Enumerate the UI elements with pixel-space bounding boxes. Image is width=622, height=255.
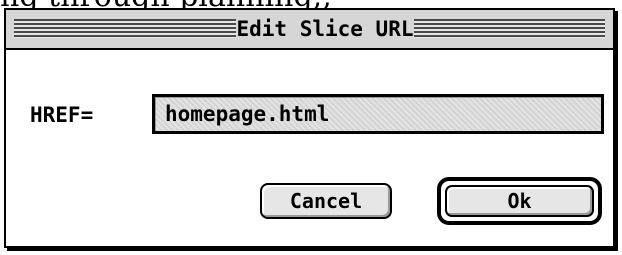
href-label: HREF= (30, 103, 94, 127)
screen: ng through planning,, Edit Slice URL HRE… (0, 0, 622, 255)
title-bar-stripes-right (414, 19, 605, 38)
dialog-title-bar[interactable]: Edit Slice URL (6, 10, 613, 50)
href-input[interactable] (152, 94, 604, 134)
cancel-button[interactable]: Cancel (260, 183, 392, 219)
ok-button[interactable]: Ok (445, 185, 594, 217)
default-button-ring: Ok (437, 177, 602, 225)
title-bar-stripes-left (14, 19, 236, 38)
dialog-title: Edit Slice URL (236, 16, 414, 42)
edit-slice-url-dialog: Edit Slice URL HREF= Cancel Ok (4, 8, 615, 248)
